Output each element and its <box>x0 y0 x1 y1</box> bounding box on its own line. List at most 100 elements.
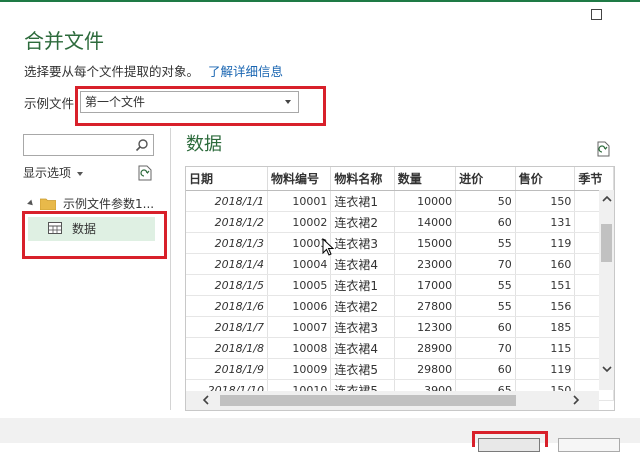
horizontal-scroll-thumb[interactable] <box>220 395 516 406</box>
table-cell: 连衣裙3 <box>330 316 395 338</box>
table-cell: 185 <box>515 316 576 338</box>
table-cell: 160 <box>515 253 576 275</box>
table-cell: 2018/1/7 <box>186 316 268 338</box>
navigator-search <box>23 134 154 156</box>
vertical-scrollbar[interactable] <box>599 190 614 390</box>
sample-file-label: 示例文件: <box>24 96 79 111</box>
expand-arrow-icon[interactable] <box>27 199 35 208</box>
column-header[interactable]: 进价 <box>455 167 516 191</box>
refresh-icon[interactable] <box>136 164 154 182</box>
table-cell: 119 <box>515 358 576 380</box>
table-cell: 2018/1/8 <box>186 337 268 359</box>
folder-icon <box>40 198 56 210</box>
table-cell: 2018/1/1 <box>186 190 268 212</box>
table-cell: 10007 <box>267 316 332 338</box>
table-cell: 60 <box>455 316 516 338</box>
scroll-left-icon[interactable] <box>199 393 213 407</box>
table-cell: 2018/1/9 <box>186 358 268 380</box>
display-options-dropdown[interactable]: 显示选项 <box>23 163 84 183</box>
table-cell: 115 <box>515 337 576 359</box>
cancel-button[interactable] <box>558 438 620 452</box>
table-cell: 151 <box>515 274 576 296</box>
search-input[interactable] <box>24 135 140 155</box>
table-cell: 10006 <box>267 295 332 317</box>
table-icon <box>48 222 62 234</box>
tree-item-data[interactable]: 数据 <box>28 217 155 241</box>
dropdown-arrow-icon <box>285 100 291 104</box>
table-cell: 60 <box>455 358 516 380</box>
table-row: 2018/1/1 10001 连衣裙1 10000 50 150 <box>186 190 614 212</box>
tree-folder-label: 示例文件参数1... <box>63 197 155 211</box>
table-cell: 连衣裙2 <box>330 295 395 317</box>
table-cell: 2018/1/4 <box>186 253 268 275</box>
table-cell: 10000 <box>394 190 457 212</box>
table-cell: 连衣裙3 <box>330 232 395 254</box>
data-table: 日期 物料编号 物料名称 数量 进价 售价 季节 2018/1/1 10001 连衣裙1 1000… <box>186 167 614 401</box>
display-options-label: 显示选项 <box>23 166 72 180</box>
tree-folder-item[interactable]: 示例文件参数1... <box>27 194 160 214</box>
table-row: 2018/1/2 10002 连衣裙2 14000 60 131 <box>186 211 614 233</box>
search-icon[interactable] <box>135 138 149 152</box>
table-row: 2018/1/6 10006 连衣裙2 27800 55 156 <box>186 295 614 317</box>
sample-file-value: 第一个文件 <box>85 95 146 109</box>
table-cell: 70 <box>455 253 516 275</box>
table-cell: 55 <box>455 232 516 254</box>
tree-item-data-label: 数据 <box>72 222 97 236</box>
table-cell: 2018/1/3 <box>186 232 268 254</box>
table-cell: 10001 <box>267 190 332 212</box>
column-header[interactable]: 物料编号 <box>267 167 332 191</box>
scroll-up-icon[interactable] <box>600 192 614 206</box>
scroll-right-icon[interactable] <box>569 393 583 407</box>
table-cell: 10004 <box>267 253 332 275</box>
table-cell: 10003 <box>267 232 332 254</box>
chevron-down-icon <box>77 171 84 176</box>
table-cell: 10008 <box>267 337 332 359</box>
ok-button[interactable] <box>478 438 540 452</box>
table-cell: 2018/1/5 <box>186 274 268 296</box>
table-cell: 10002 <box>267 211 332 233</box>
table-cell: 12300 <box>394 316 457 338</box>
table-cell: 连衣裙4 <box>330 337 395 359</box>
close-button[interactable] <box>586 4 606 24</box>
panel-divider <box>170 128 171 410</box>
table-cell: 10009 <box>267 358 332 380</box>
table-cell: 连衣裙4 <box>330 253 395 275</box>
table-cell: 55 <box>455 274 516 296</box>
table-cell: 119 <box>515 232 576 254</box>
column-header[interactable]: 物料名称 <box>330 167 395 191</box>
table-cell: 10005 <box>267 274 332 296</box>
table-cell: 70 <box>455 337 516 359</box>
table-cell: 28900 <box>394 337 457 359</box>
data-preview-grid[interactable]: 日期 物料编号 物料名称 数量 进价 售价 季节 2018/1/1 10001 连衣裙1 1000… <box>185 166 615 411</box>
table-cell: 27800 <box>394 295 457 317</box>
dialog-title: 合并文件 <box>24 29 104 53</box>
scroll-down-icon[interactable] <box>600 362 614 376</box>
table-cell: 连衣裙5 <box>330 358 395 380</box>
column-header[interactable]: 售价 <box>515 167 576 191</box>
dialog-subtitle: 选择要从每个文件提取的对象。 <box>24 64 200 79</box>
column-header[interactable]: 季节 <box>574 167 614 191</box>
table-cell: 50 <box>455 190 516 212</box>
preview-title: 数据 <box>186 134 222 155</box>
table-row: 2018/1/8 10008 连衣裙4 28900 70 115 <box>186 337 614 359</box>
vertical-scroll-thumb[interactable] <box>601 224 612 262</box>
learn-more-link[interactable]: 了解详细信息 <box>208 62 283 82</box>
table-cell: 2018/1/2 <box>186 211 268 233</box>
table-cell: 23000 <box>394 253 457 275</box>
column-header[interactable]: 日期 <box>186 167 268 191</box>
table-row: 2018/1/5 10005 连衣裙1 17000 55 151 <box>186 274 614 296</box>
table-cell: 17000 <box>394 274 457 296</box>
table-cell: 29800 <box>394 358 457 380</box>
table-cell: 55 <box>455 295 516 317</box>
table-header-row: 日期 物料编号 物料名称 数量 进价 售价 季节 <box>186 167 614 191</box>
sample-file-dropdown[interactable]: 第一个文件 <box>80 91 299 113</box>
refresh-icon[interactable] <box>596 141 612 157</box>
table-cell: 连衣裙2 <box>330 211 395 233</box>
table-cell: 14000 <box>394 211 457 233</box>
horizontal-scrollbar[interactable] <box>186 391 599 410</box>
column-header[interactable]: 数量 <box>394 167 457 191</box>
table-cell: 60 <box>455 211 516 233</box>
window-top-border <box>0 0 640 2</box>
table-cell: 连衣裙1 <box>330 274 395 296</box>
dialog-footer <box>0 418 640 443</box>
